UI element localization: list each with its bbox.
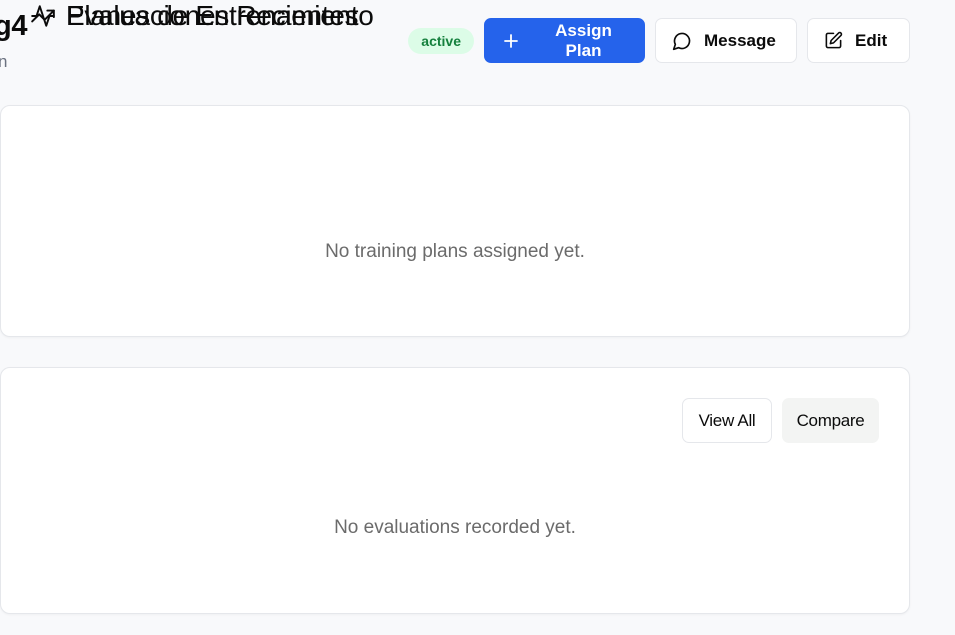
plus-icon <box>504 33 518 48</box>
client-name-heading: g4 <box>0 10 28 42</box>
client-detail-page: g4 n active Assign Plan Message Edit Pla… <box>0 0 955 635</box>
edit-button[interactable]: Edit <box>807 18 910 63</box>
evaluations-actions: View All Compare <box>682 398 879 443</box>
evaluations-heading: Evaluaciones Recientes <box>30 0 359 32</box>
view-all-button[interactable]: View All <box>682 398 772 443</box>
evaluations-title: Evaluaciones Recientes <box>66 0 359 31</box>
evaluations-empty-state: No evaluations recorded yet. <box>334 517 576 538</box>
assign-plan-label: Assign Plan <box>555 20 612 60</box>
status-badge: active <box>408 27 474 54</box>
training-plans-empty-state: No training plans assigned yet. <box>325 241 585 262</box>
header-actions: active Assign Plan Message Edit <box>408 18 910 63</box>
message-circle-icon <box>672 32 691 50</box>
edit-icon <box>825 31 843 49</box>
message-button[interactable]: Message <box>655 18 797 63</box>
compare-button[interactable]: Compare <box>782 398 879 443</box>
message-label: Message <box>704 30 776 50</box>
edit-label: Edit <box>855 30 888 50</box>
trending-up-icon <box>31 9 55 23</box>
training-plans-card <box>0 105 910 337</box>
client-subtitle: n <box>0 52 8 71</box>
assign-plan-button[interactable]: Assign Plan <box>484 18 645 63</box>
